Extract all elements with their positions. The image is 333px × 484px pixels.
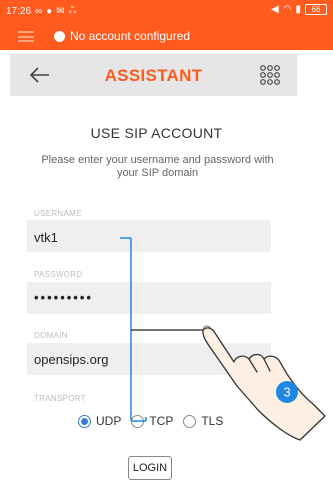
infinity-icon: ∞ (35, 5, 43, 17)
radio-unselected-icon[interactable] (183, 414, 197, 428)
dialpad-icon[interactable] (259, 64, 281, 86)
account-status-dot (54, 31, 65, 42)
status-bar: 17:26 ∞ ● ✉ ஃ ◀ ◠ ▮ 66 (0, 0, 333, 22)
step-number: 3 (283, 385, 290, 400)
login-button[interactable]: LOGIN (128, 456, 172, 480)
toolbar-title: ASSISTANT (104, 66, 203, 85)
wifi-icon: ◠ (282, 4, 292, 15)
account-status-bar: No account configured (0, 22, 333, 50)
account-status-text: No account configured (70, 29, 191, 43)
username-field[interactable] (27, 220, 271, 252)
step-badge (276, 381, 298, 403)
menu-icon[interactable] (18, 31, 34, 42)
radio-unselected-icon[interactable] (131, 414, 145, 428)
transport-option-tcp[interactable]: TCP (131, 414, 173, 428)
status-left: 17:26 ∞ ● ✉ ஃ (6, 5, 76, 17)
username-value: vtk1 (34, 230, 58, 245)
domain-label: DOMAIN (34, 331, 68, 340)
people-icon: ஃ (68, 5, 77, 16)
form-instructions: Please enter your username and password … (41, 154, 274, 179)
status-right: ◀ ◠ ▮ 66 (271, 4, 327, 15)
transport-udp-label: UDP (96, 414, 122, 428)
transport-tls-label: TLS (201, 414, 224, 428)
transport-label: TRANSPORT (34, 394, 86, 403)
battery-icon: 66 (305, 4, 327, 15)
domain-value: opensips.org (34, 352, 109, 367)
transport-option-udp[interactable]: UDP (78, 414, 121, 428)
radio-selected-icon[interactable] (78, 414, 91, 428)
username-label: USERNAME (34, 209, 82, 218)
status-time: 17:26 (6, 5, 32, 17)
volume-icon: ◀ (271, 4, 279, 15)
tap-target-icon (202, 325, 212, 335)
signal-icon: ▮ (295, 4, 301, 15)
transport-option-tls[interactable]: TLS (183, 414, 223, 428)
password-value: ••••••••• (34, 290, 93, 305)
transport-radio-group: UDP TCP TLS (78, 414, 233, 428)
annotation-connector-lines (120, 237, 147, 422)
chat-icon: ● (46, 5, 53, 17)
assistant-toolbar: ASSISTANT (10, 54, 297, 96)
mail-icon: ✉ (56, 5, 65, 17)
transport-tcp-label: TCP (149, 414, 174, 428)
form-title: USE SIP ACCOUNT (90, 125, 223, 141)
password-label: PASSWORD (34, 270, 83, 279)
